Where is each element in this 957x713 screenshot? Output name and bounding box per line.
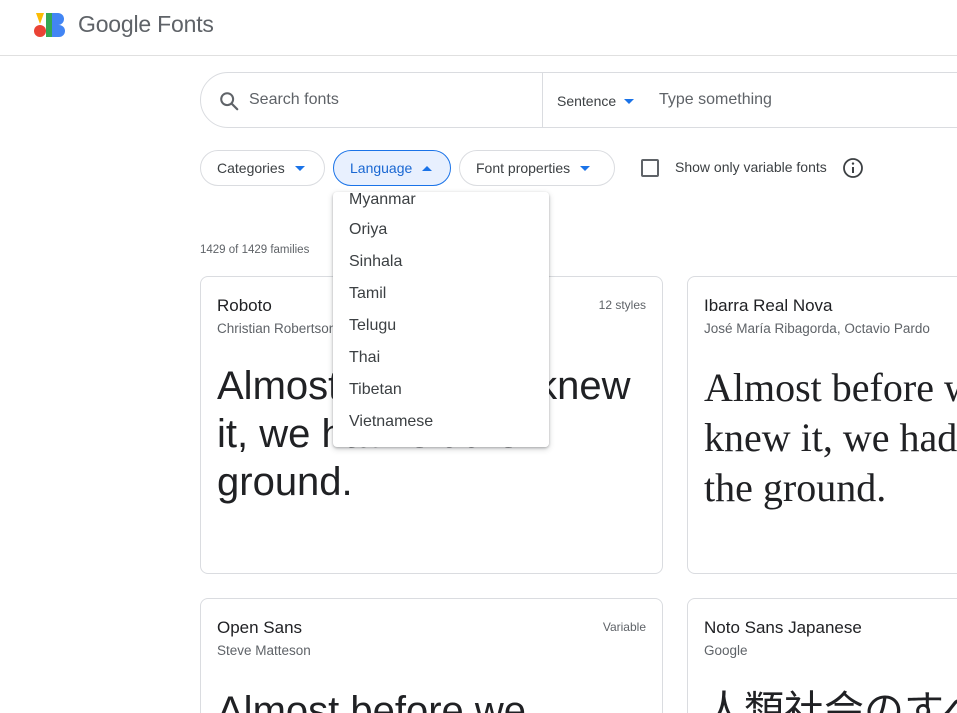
font-variable-badge: Variable — [602, 620, 646, 634]
font-name: Open Sans — [217, 618, 303, 637]
variable-fonts-checkbox[interactable] — [641, 159, 659, 177]
chevron-down-icon — [624, 98, 635, 104]
google-fonts-logo-icon[interactable] — [33, 12, 65, 38]
language-option-thai[interactable]: Thai — [333, 342, 549, 374]
categories-filter-button[interactable]: Categories — [200, 150, 325, 186]
preview-text-input[interactable] — [659, 85, 957, 115]
chevron-down-icon — [580, 165, 591, 171]
font-sample-text: Almost before we knew it, we had left th… — [704, 365, 957, 510]
font-author: Steve Matteson — [217, 643, 311, 658]
language-dropdown-menu[interactable]: Myanmar Oriya Sinhala Tamil Telugu Thai … — [333, 192, 549, 447]
font-sample-text: 人類社会のすべ — [704, 689, 957, 713]
font-name: Ibarra Real Nova — [704, 296, 833, 315]
google-fonts-page: Google Fonts Sentence Categories Languag… — [0, 0, 957, 713]
search-bar: Sentence — [200, 72, 957, 128]
font-author: Christian Robertson — [217, 321, 337, 336]
font-card-ibarra-real-nova[interactable]: Ibarra Real Nova José María Ribagorda, O… — [687, 276, 957, 574]
language-option-tibetan[interactable]: Tibetan — [333, 374, 549, 406]
categories-label: Categories — [217, 160, 285, 176]
font-name: Noto Sans Japanese — [704, 618, 862, 637]
chevron-down-icon — [294, 165, 305, 171]
info-icon[interactable] — [842, 157, 864, 179]
font-card-open-sans[interactable]: Open Sans Steve Matteson Variable Almost… — [200, 598, 663, 713]
language-option-tamil[interactable]: Tamil — [333, 278, 549, 310]
top-header: Google Fonts — [0, 0, 957, 56]
font-properties-filter-button[interactable]: Font properties — [459, 150, 615, 186]
search-input[interactable] — [249, 85, 529, 115]
font-name: Roboto — [217, 296, 272, 315]
preview-mode-select[interactable]: Sentence — [557, 90, 635, 112]
font-author: Google — [704, 643, 748, 658]
dropdown-scrollbar[interactable] — [543, 192, 549, 447]
language-option-myanmar[interactable]: Myanmar — [333, 192, 549, 216]
font-properties-label: Font properties — [476, 160, 571, 176]
font-styles-count: 12 styles — [598, 298, 646, 312]
preview-mode-label: Sentence — [557, 93, 617, 109]
font-card-noto-sans-japanese[interactable]: Noto Sans Japanese Google 人類社会のすべ — [687, 598, 957, 713]
font-sample-text: Almost before we — [217, 689, 527, 713]
language-option-vietnamese[interactable]: Vietnamese — [333, 406, 549, 438]
language-option-sinhala[interactable]: Sinhala — [333, 246, 549, 278]
variable-fonts-label[interactable]: Show only variable fonts — [675, 159, 827, 175]
logo-text[interactable]: Google Fonts — [78, 11, 214, 38]
results-count: 1429 of 1429 families — [200, 244, 310, 256]
language-filter-button[interactable]: Language — [333, 150, 451, 186]
search-icon — [220, 92, 239, 111]
font-author: José María Ribagorda, Octavio Pardo — [704, 321, 930, 336]
language-label: Language — [350, 160, 413, 176]
language-option-oriya[interactable]: Oriya — [333, 214, 549, 246]
search-divider — [542, 73, 543, 127]
chevron-up-icon — [422, 165, 433, 171]
language-option-telugu[interactable]: Telugu — [333, 310, 549, 342]
